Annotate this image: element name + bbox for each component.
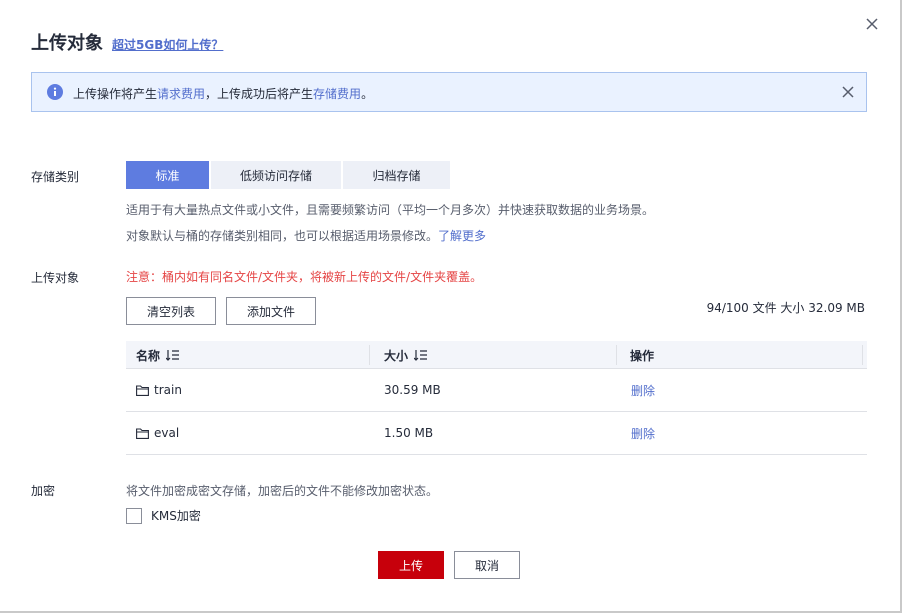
storage-option-archive[interactable]: 归档存储 — [343, 161, 450, 189]
cancel-button[interactable]: 取消 — [454, 551, 520, 579]
notice-text-part: 上传操作将产生 — [73, 87, 158, 101]
delete-link[interactable]: 删除 — [631, 369, 655, 411]
file-name-cell: train — [136, 369, 182, 411]
encryption-label: 加密 — [31, 484, 56, 498]
encryption-hint: 将文件加密成密文存储，加密后的文件不能修改加密状态。 — [126, 484, 439, 498]
kms-encryption-label[interactable]: KMS加密 — [151, 507, 201, 524]
clear-list-button[interactable]: 清空列表 — [126, 297, 216, 325]
storage-default-hint: 对象默认与桶的存储类别相同，也可以根据适用场景修改。了解更多 — [126, 227, 486, 244]
storage-default-text: 对象默认与桶的存储类别相同，也可以根据适用场景修改。 — [126, 229, 439, 243]
upload-object-label: 上传对象 — [31, 271, 80, 285]
folder-icon — [136, 384, 149, 396]
notice-text-part: 。 — [361, 87, 374, 101]
sort-icon[interactable] — [414, 349, 428, 361]
learn-more-link[interactable]: 了解更多 — [438, 229, 486, 243]
column-action-header: 操作 — [630, 348, 655, 363]
dialog-title: 上传对象 — [31, 33, 103, 54]
notice-close-icon[interactable] — [841, 85, 855, 99]
upload-button[interactable]: 上传 — [378, 551, 444, 579]
column-size-header[interactable]: 大小 — [384, 341, 428, 369]
file-name: eval — [154, 426, 180, 440]
large-upload-help-link[interactable]: 超过5GB如何上传？ — [112, 36, 223, 53]
file-size: 1.50 MB — [384, 426, 434, 440]
storage-hint: 适用于有大量热点文件或小文件，且需要频繁访问（平均一个月多次）并快速获取数据的业… — [126, 203, 655, 217]
storage-fee-link[interactable]: 存储费用 — [313, 87, 361, 101]
table-row: eval 1.50 MB 删除 — [126, 412, 867, 455]
request-fee-link[interactable]: 请求费用 — [157, 87, 205, 101]
info-icon — [47, 84, 63, 100]
folder-icon — [136, 427, 149, 439]
storage-option-standard[interactable]: 标准 — [126, 161, 209, 189]
column-size-label: 大小 — [384, 348, 409, 363]
notice-text-part: ，上传成功后将产生 — [205, 87, 314, 101]
delete-link[interactable]: 删除 — [631, 412, 655, 454]
billing-notice: 上传操作将产生请求费用，上传成功后将产生存储费用。 — [31, 72, 867, 112]
file-count-summary: 94/100 文件 大小 32.09 MB — [706, 301, 865, 315]
file-name-cell: eval — [136, 412, 179, 454]
close-icon[interactable] — [862, 14, 882, 34]
column-divider — [862, 345, 863, 365]
column-divider — [369, 345, 370, 365]
table-row: train 30.59 MB 删除 — [126, 369, 867, 412]
add-file-button[interactable]: 添加文件 — [226, 297, 316, 325]
table-header: 名称 大小 操作 — [126, 341, 867, 369]
upload-dialog: 上传对象 超过5GB如何上传？ 上传操作将产生请求费用，上传成功后将产生存储费用… — [0, 0, 902, 613]
kms-encryption-checkbox[interactable] — [126, 508, 142, 524]
notice-text: 上传操作将产生请求费用，上传成功后将产生存储费用。 — [73, 85, 373, 102]
column-divider — [616, 345, 617, 365]
file-table: 名称 大小 操作 train 30.59 MB 删除 eval 1.50 MB … — [126, 341, 867, 455]
file-size: 30.59 MB — [384, 383, 441, 397]
storage-option-infrequent[interactable]: 低频访问存储 — [211, 161, 341, 189]
column-name-header[interactable]: 名称 — [136, 341, 180, 369]
overwrite-warning: 注意：桶内如有同名文件/文件夹，将被新上传的文件/文件夹覆盖。 — [126, 270, 483, 284]
storage-class-label: 存储类别 — [31, 170, 80, 184]
column-name-label: 名称 — [136, 348, 161, 363]
file-name: train — [154, 383, 182, 397]
sort-icon[interactable] — [166, 349, 180, 361]
